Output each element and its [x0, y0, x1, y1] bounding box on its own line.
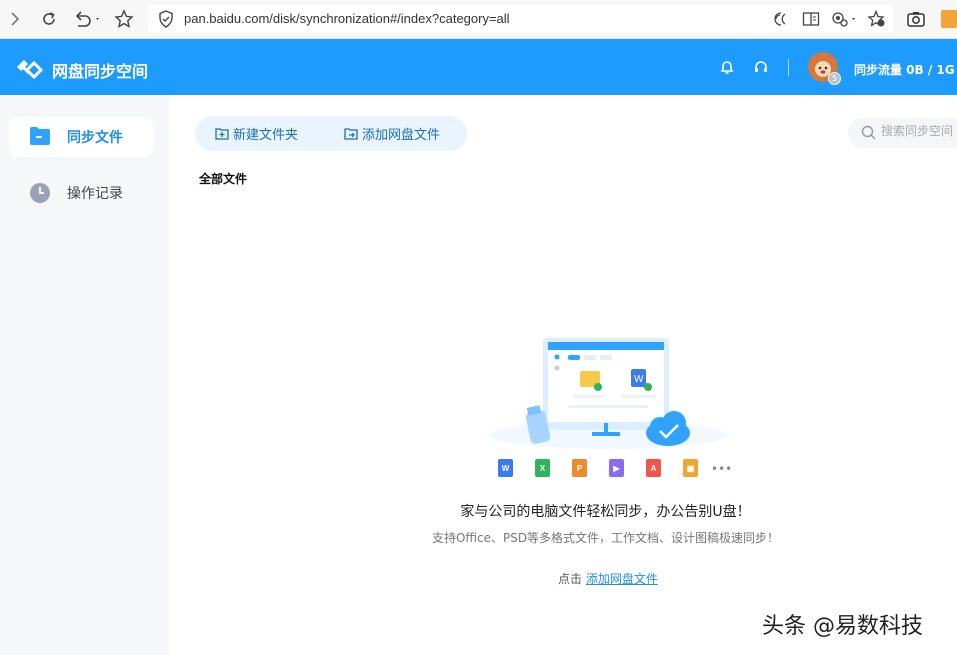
- address-bar[interactable]: pan.baidu.com/disk/synchronization#/inde…: [148, 5, 893, 33]
- reload-icon[interactable]: [38, 8, 60, 30]
- clock-icon: [29, 182, 51, 204]
- shield-icon[interactable]: [158, 10, 174, 32]
- pdf-file-icon: A: [646, 459, 661, 477]
- sidebar-item-label: 同步文件: [67, 130, 123, 146]
- archive-file-icon: ▦: [683, 459, 698, 477]
- search-input[interactable]: [881, 124, 957, 138]
- screenshot-icon[interactable]: [905, 8, 927, 30]
- add-netdisk-files-button[interactable]: 添加网盘文件: [344, 116, 440, 151]
- sidebar-item-label: 操作记录: [67, 186, 123, 202]
- forward-icon[interactable]: [4, 8, 26, 30]
- browser-toolbar: pan.baidu.com/disk/synchronization#/inde…: [0, 0, 957, 39]
- reader-mode-icon[interactable]: [802, 11, 820, 31]
- undo-menu-icon[interactable]: [70, 8, 104, 30]
- more-formats-icon: •••: [711, 462, 733, 476]
- new-folder-button[interactable]: 新建文件夹: [215, 116, 298, 151]
- support-icon[interactable]: [751, 57, 771, 77]
- header-divider: [788, 59, 789, 76]
- extension-icon[interactable]: [940, 8, 957, 30]
- search-box[interactable]: [848, 118, 957, 148]
- bell-icon[interactable]: [717, 57, 737, 77]
- folder-sync-icon: [29, 126, 51, 148]
- sidebar-item-operation-log[interactable]: 操作记录: [9, 173, 153, 213]
- sync-logo-icon: [14, 55, 44, 80]
- add-files-label: 添加网盘文件: [362, 128, 441, 143]
- extension-menu-icon[interactable]: [830, 10, 860, 32]
- word-file-icon: W: [498, 459, 513, 477]
- ppt-file-icon: P: [572, 459, 587, 477]
- sidebar-item-sync-files[interactable]: 同步文件: [9, 117, 153, 157]
- empty-state-title: 家与公司的电脑文件轻松同步，办公告别U盘！: [460, 504, 751, 520]
- add-netdisk-files-link[interactable]: 添加网盘文件: [586, 572, 658, 586]
- excel-file-icon: X: [535, 459, 550, 477]
- app-title: 网盘同步空间: [52, 62, 149, 81]
- new-folder-label: 新建文件夹: [233, 128, 299, 143]
- breadcrumb: 全部文件: [199, 172, 248, 186]
- app-header: 网盘同步空间 5 同步流量 0B / 1G: [0, 39, 957, 95]
- action-toolbar: 新建文件夹 添加网盘文件: [195, 116, 467, 151]
- search-icon: [861, 125, 876, 144]
- avatar-level-badge: 5: [828, 72, 841, 85]
- action-prefix: 点击: [558, 572, 583, 586]
- video-file-icon: ▶: [609, 459, 624, 477]
- empty-state-subtitle: 支持Office、PSD等多格式文件，工作文档、设计图稿极速同步！: [431, 531, 780, 545]
- url-text[interactable]: pan.baidu.com/disk/synchronization#/inde…: [184, 11, 510, 26]
- watermark: 头条 @易数科技: [762, 614, 923, 639]
- sync-flow-quota: 同步流量 0B / 1G: [854, 63, 955, 77]
- sync-illustration: W: [488, 335, 728, 450]
- star-icon[interactable]: [113, 8, 135, 30]
- favorites-add-icon[interactable]: [867, 9, 887, 32]
- add-files-icon: [344, 128, 358, 140]
- new-folder-icon: [215, 128, 229, 140]
- empty-state-action: 点击 添加网盘文件: [558, 570, 658, 587]
- sidebar: 同步文件 操作记录: [0, 95, 169, 655]
- svg-text:W: W: [634, 374, 644, 385]
- read-aloud-icon[interactable]: [772, 11, 790, 31]
